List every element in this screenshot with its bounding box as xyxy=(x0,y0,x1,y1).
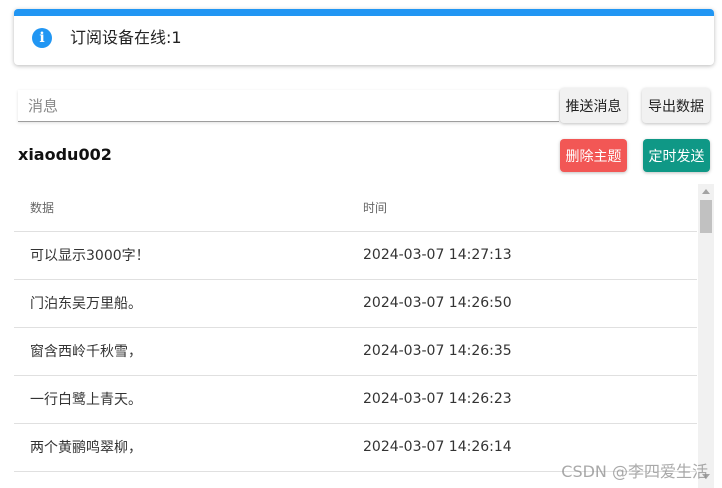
delete-topic-button[interactable]: 删除主题 xyxy=(560,139,627,172)
table-row[interactable]: 一行白鹭上青天。 2024-03-07 14:26:23 xyxy=(14,375,697,424)
cell-time: 2024-03-07 14:26:50 xyxy=(347,279,697,328)
cell-time: 2024-03-07 14:27:13 xyxy=(347,231,697,280)
table-row[interactable]: 窗含西岭千秋雪， 2024-03-07 14:26:35 xyxy=(14,327,697,376)
page: i 订阅设备在线:1 推送消息 导出数据 xiaodu002 删除主题 定时发送… xyxy=(0,0,722,488)
cell-data: 门泊东吴万里船。 xyxy=(14,279,347,328)
topic-title: xiaodu002 xyxy=(18,145,112,164)
cell-time: 2024-03-07 14:26:35 xyxy=(347,327,697,376)
cell-data: 可以显示3000字！ xyxy=(14,231,347,280)
table-scrollbar[interactable] xyxy=(698,184,714,488)
message-input[interactable] xyxy=(18,90,559,122)
scroll-up-icon[interactable] xyxy=(702,189,710,194)
column-header-time[interactable]: 时间 xyxy=(347,184,697,232)
export-data-button[interactable]: 导出数据 xyxy=(642,88,710,123)
message-table: 数据 时间 可以显示3000字！ 2024-03-07 14:27:13 门泊东… xyxy=(14,184,697,488)
table-row[interactable]: 可以显示3000字！ 2024-03-07 14:27:13 xyxy=(14,231,697,280)
cell-time: 2024-03-07 14:26:23 xyxy=(347,375,697,424)
scrollbar-thumb[interactable] xyxy=(700,200,712,233)
alert-text: 订阅设备在线:1 xyxy=(70,28,182,47)
cell-data: 窗含西岭千秋雪， xyxy=(14,327,347,376)
info-icon: i xyxy=(32,28,52,48)
timed-send-button[interactable]: 定时发送 xyxy=(643,139,710,172)
watermark: CSDN @李四爱生活 xyxy=(561,462,708,481)
alert-accent-bar xyxy=(14,9,714,16)
table-header-row: 数据 时间 xyxy=(14,184,697,232)
cell-data: 一行白鹭上青天。 xyxy=(14,375,347,424)
table-row[interactable]: 门泊东吴万里船。 2024-03-07 14:26:50 xyxy=(14,279,697,328)
online-alert: i 订阅设备在线:1 xyxy=(14,9,714,65)
column-header-data[interactable]: 数据 xyxy=(14,184,347,232)
cell-data: 两个黄鹂鸣翠柳， xyxy=(14,423,347,472)
send-message-button[interactable]: 推送消息 xyxy=(560,88,627,123)
